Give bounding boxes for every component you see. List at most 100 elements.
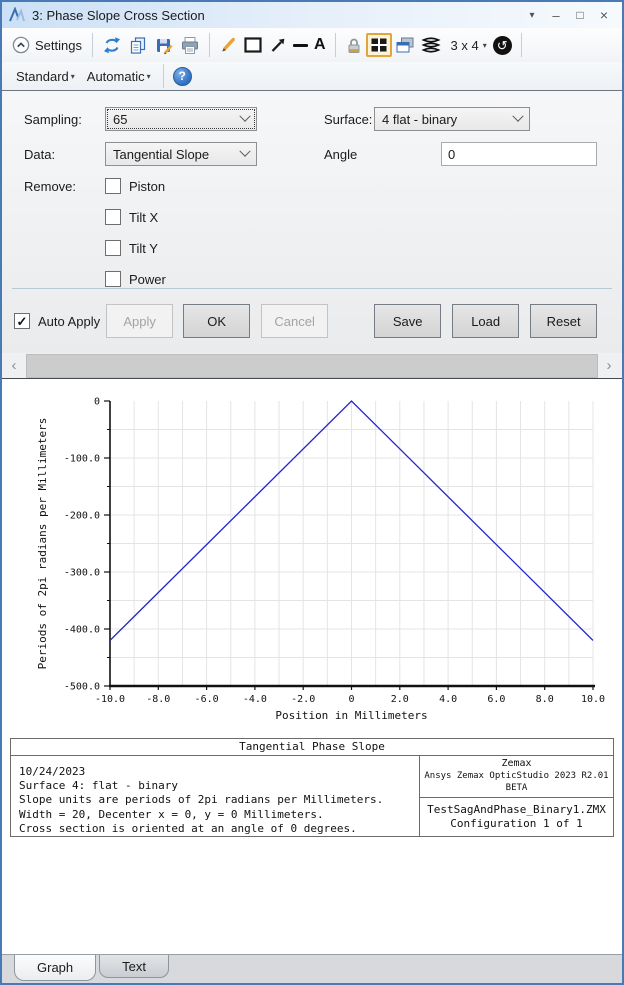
- brand-name: Zemax: [501, 758, 532, 769]
- tilt-x-checkbox[interactable]: [105, 209, 121, 225]
- configuration-label: Configuration 1 of 1: [450, 817, 583, 830]
- caret-down-icon: ▾: [482, 40, 487, 50]
- toolbar-separator: [334, 33, 336, 57]
- save-button[interactable]: Save: [374, 304, 442, 338]
- chevron-down-icon: [512, 110, 524, 122]
- arrow-annotate-button[interactable]: [266, 32, 290, 58]
- minimize-button[interactable]: –: [544, 5, 568, 25]
- window-title: 3: Phase Slope Cross Section: [32, 7, 205, 23]
- pencil-annotate-button[interactable]: [216, 32, 240, 58]
- grid-size-label: 3 x 4: [450, 37, 479, 53]
- scroll-right-icon[interactable]: ›: [597, 354, 621, 378]
- auto-apply-checkbox[interactable]: ✓: [14, 313, 30, 329]
- print-icon: [181, 36, 198, 54]
- toolbar-separator: [162, 64, 164, 88]
- refresh-icon: [103, 36, 120, 53]
- refresh-button[interactable]: [99, 32, 125, 58]
- ok-button[interactable]: OK: [183, 304, 251, 338]
- split-window-button[interactable]: [365, 33, 392, 57]
- settings-toggle-button[interactable]: Settings: [8, 36, 86, 54]
- toolbar-secondary: Standard ▾ Automatic ▾ ?: [2, 62, 622, 91]
- split-window-icon: [371, 38, 387, 52]
- surface-label: Surface:: [324, 111, 373, 127]
- sampling-dropdown[interactable]: 65: [105, 107, 257, 131]
- svg-text:6.0: 6.0: [487, 694, 505, 705]
- svg-text:2.0: 2.0: [391, 694, 409, 705]
- svg-text:0: 0: [94, 397, 100, 408]
- svg-text:4.0: 4.0: [439, 694, 457, 705]
- surface-dropdown[interactable]: 4 flat - binary: [374, 107, 530, 131]
- text-annotate-button[interactable]: A: [311, 32, 329, 58]
- help-button[interactable]: ?: [170, 63, 195, 89]
- copy-button[interactable]: [125, 32, 151, 58]
- svg-text:-10.0: -10.0: [95, 694, 125, 705]
- title-bar: 3: Phase Slope Cross Section ▾ – □ ×: [2, 2, 622, 28]
- print-button[interactable]: [177, 32, 203, 58]
- apply-button[interactable]: Apply: [106, 304, 174, 338]
- chevron-down-icon: [239, 110, 251, 122]
- surface-stack-button[interactable]: [418, 32, 444, 58]
- settings-panel: Sampling: 65 Surface: 4 flat - binary Da…: [2, 91, 622, 353]
- annotation-line: 10/24/2023: [19, 765, 86, 778]
- line-icon: [292, 43, 308, 47]
- window-menu-caret-icon[interactable]: ▾: [520, 5, 544, 25]
- tab-text[interactable]: Text: [99, 955, 169, 978]
- svg-text:-300.0: -300.0: [64, 568, 100, 579]
- svg-text:8.0: 8.0: [536, 694, 554, 705]
- automatic-label: Automatic: [86, 68, 145, 84]
- lock-window-button[interactable]: [342, 32, 366, 58]
- save-button-toolbar[interactable]: [151, 32, 177, 58]
- angle-input[interactable]: [441, 142, 597, 166]
- svg-text:-4.0: -4.0: [243, 694, 267, 705]
- product-version: Ansys Zemax OpticStudio 2023 R2.01 BETA: [424, 771, 609, 793]
- view-tabs: Graph Text: [2, 954, 622, 983]
- annotation-line: Surface 4: flat - binary: [19, 779, 178, 793]
- piston-checkbox-label: Piston: [129, 178, 166, 194]
- data-dropdown[interactable]: Tangential Slope: [105, 142, 257, 166]
- standard-dropdown[interactable]: Standard ▾: [10, 64, 81, 88]
- pencil-icon: [222, 37, 235, 52]
- auto-apply-label: Auto Apply: [38, 313, 101, 329]
- load-button[interactable]: Load: [452, 304, 520, 338]
- lens-file-name: TestSagAndPhase_Binary1.ZMX: [427, 802, 606, 816]
- horizontal-scrollbar[interactable]: ‹ ›: [2, 353, 622, 379]
- chart-title: Tangential Phase Slope: [11, 739, 613, 756]
- angle-label: Angle: [324, 146, 358, 162]
- cancel-button[interactable]: Cancel: [261, 304, 329, 338]
- save-icon: [156, 38, 173, 54]
- svg-text:10.0: 10.0: [581, 694, 605, 705]
- reset-view-button[interactable]: ↺: [490, 32, 515, 58]
- cascade-windows-button[interactable]: [392, 32, 418, 58]
- scrollbar-thumb[interactable]: ›: [26, 353, 612, 378]
- maximize-button[interactable]: □: [568, 5, 592, 25]
- line-annotate-button[interactable]: [290, 32, 311, 58]
- svg-text:-2.0: -2.0: [291, 694, 315, 705]
- toolbar-separator: [208, 33, 210, 57]
- scroll-left-icon[interactable]: ‹: [2, 354, 26, 378]
- toolbar-main: Settings A 3 x 4 ▾ ↺: [2, 28, 622, 62]
- automatic-dropdown[interactable]: Automatic ▾: [81, 64, 157, 88]
- annotation-left: 10/24/2023 Surface 4: flat - binary Slop…: [11, 756, 419, 836]
- svg-text:-8.0: -8.0: [146, 694, 170, 705]
- text-icon: A: [313, 36, 326, 53]
- surface-stack-icon: [421, 37, 441, 53]
- standard-label: Standard: [16, 68, 69, 84]
- power-checkbox[interactable]: [105, 271, 121, 287]
- annotation-line: Width = 20, Decenter x = 0, y = 0 Millim…: [19, 807, 324, 821]
- sampling-value: 65: [113, 111, 128, 127]
- rectangle-annotate-button[interactable]: [240, 32, 266, 58]
- tab-graph[interactable]: Graph: [14, 955, 97, 981]
- piston-checkbox[interactable]: [105, 178, 121, 194]
- tilt-y-checkbox[interactable]: [105, 240, 121, 256]
- close-button[interactable]: ×: [592, 5, 616, 25]
- cascade-windows-icon: [396, 37, 414, 53]
- reset-button[interactable]: Reset: [530, 304, 598, 338]
- lock-icon: [348, 38, 360, 53]
- surface-value: 4 flat - binary: [382, 111, 458, 127]
- svg-text:-400.0: -400.0: [64, 625, 100, 636]
- svg-text:Periods of 2pi radians per Mil: Periods of 2pi radians per Millimeters: [36, 418, 49, 670]
- grid-size-dropdown[interactable]: 3 x 4 ▾: [444, 32, 490, 58]
- remove-label: Remove:: [24, 178, 77, 194]
- chevron-down-icon: [239, 145, 251, 157]
- arrow-icon: [271, 38, 285, 52]
